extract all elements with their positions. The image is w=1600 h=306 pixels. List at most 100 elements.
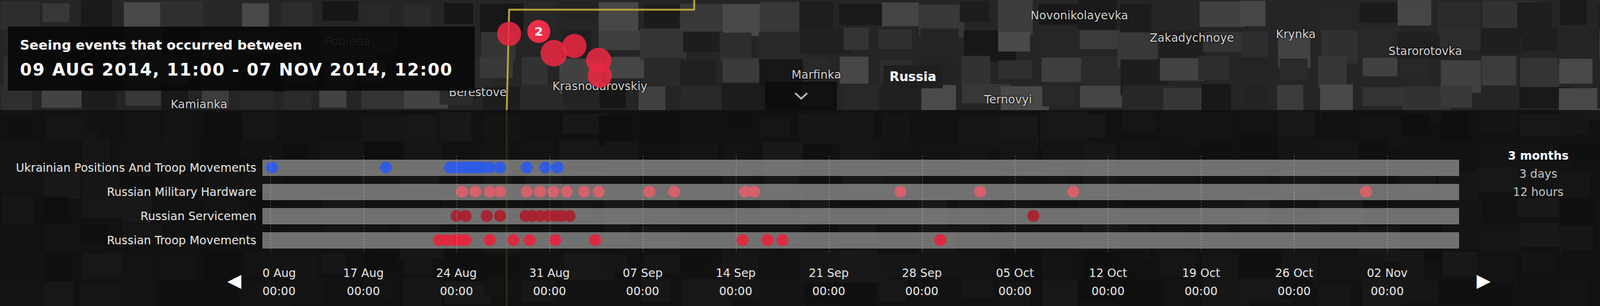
event-dot[interactable] <box>1067 185 1080 198</box>
tick-date: 17 Aug <box>342 263 384 282</box>
time-axis: 0 Aug00:0017 Aug00:0024 Aug00:0031 Aug00… <box>0 252 1600 306</box>
event-marker[interactable] <box>587 63 612 88</box>
cluster-count: 2 <box>534 24 544 39</box>
zoom-option[interactable]: 3 days <box>1518 164 1558 183</box>
zoom-option[interactable]: 3 months <box>1508 146 1569 165</box>
tick-label: 21 Sep00:00 <box>809 263 849 300</box>
event-dot[interactable] <box>494 209 507 222</box>
tick-label: 24 Aug00:00 <box>435 263 477 300</box>
track[interactable] <box>262 159 1460 176</box>
tick-label: 07 Sep00:00 <box>622 263 663 300</box>
event-dot[interactable] <box>480 209 493 222</box>
row-label[interactable]: Russian Servicemen <box>0 203 263 228</box>
zoom-option[interactable]: 12 hours <box>1512 182 1564 201</box>
event-dot[interactable] <box>747 185 761 198</box>
event-dot[interactable] <box>520 185 533 198</box>
tick-time: 00:00 <box>1182 281 1221 300</box>
tick-time: 00:00 <box>342 281 384 300</box>
tick-date: 14 Sep <box>715 263 756 282</box>
event-dot[interactable] <box>934 234 947 247</box>
event-dot[interactable] <box>894 185 907 198</box>
row-label[interactable]: Ukrainian Positions And Troop Movements <box>0 155 263 180</box>
event-dot[interactable] <box>469 185 482 198</box>
event-dots <box>262 159 1460 176</box>
event-dot[interactable] <box>533 185 547 198</box>
tick-line <box>829 155 830 253</box>
tick-date: 24 Aug <box>435 263 477 282</box>
event-dot[interactable] <box>736 234 749 247</box>
event-dot[interactable] <box>563 209 576 222</box>
prev-arrow-icon[interactable]: ◀ <box>227 270 242 291</box>
tick-time: 00:00 <box>901 281 942 300</box>
track[interactable] <box>262 208 1460 225</box>
tick-time: 00:00 <box>809 281 849 300</box>
next-arrow-icon[interactable]: ▶ <box>1476 270 1491 291</box>
tick-time: 00:00 <box>262 281 296 300</box>
event-dot[interactable] <box>520 161 533 174</box>
place-label: Novonikolayevka <box>1030 8 1128 22</box>
event-dot[interactable] <box>776 234 789 247</box>
tick-time: 00:00 <box>1275 281 1314 300</box>
event-dot[interactable] <box>507 234 520 247</box>
tick-line <box>1294 155 1295 253</box>
event-dot[interactable] <box>560 185 573 198</box>
event-dot[interactable] <box>1359 185 1373 198</box>
tick-label: 28 Sep00:00 <box>901 263 942 300</box>
event-dot[interactable] <box>455 185 469 198</box>
place-label: Starorotovka <box>1388 44 1463 58</box>
event-dot[interactable] <box>578 185 591 198</box>
tick-time: 00:00 <box>529 281 570 300</box>
cluster-marker[interactable]: 2 <box>527 19 551 43</box>
event-dot[interactable] <box>592 185 605 198</box>
timeline-row <box>262 227 1460 253</box>
event-dot[interactable] <box>266 161 279 174</box>
event-dot[interactable] <box>483 234 496 247</box>
chevron-down-icon <box>793 91 810 101</box>
tick-label: 12 Oct00:00 <box>1089 263 1128 300</box>
tick-label: 19 Oct00:00 <box>1182 263 1221 300</box>
event-dot[interactable] <box>379 161 392 174</box>
event-dot[interactable] <box>588 234 602 247</box>
place-label: Krynka <box>1275 27 1316 41</box>
tick-date: 07 Sep <box>622 263 663 282</box>
tick-label: 14 Sep00:00 <box>715 263 756 300</box>
event-dot[interactable] <box>494 185 507 198</box>
event-marker[interactable] <box>497 21 522 46</box>
tick-label: 31 Aug00:00 <box>529 263 570 300</box>
event-dot[interactable] <box>761 234 774 247</box>
event-dot[interactable] <box>459 234 472 247</box>
track[interactable] <box>262 183 1460 201</box>
event-dot[interactable] <box>494 161 507 174</box>
event-dot[interactable] <box>523 234 536 247</box>
tracks <box>262 155 1460 253</box>
date-range-box: Seeing events that occurred between09 AU… <box>7 26 475 91</box>
tick-time: 00:00 <box>715 281 756 300</box>
tick-time: 00:00 <box>435 281 477 300</box>
event-dot[interactable] <box>549 234 562 247</box>
tick-line <box>1200 155 1202 253</box>
event-dot[interactable] <box>1027 209 1040 222</box>
tick-time: 00:00 <box>622 281 663 300</box>
event-dot[interactable] <box>459 209 472 222</box>
event-dot[interactable] <box>551 161 564 174</box>
tick-label: 05 Oct00:00 <box>995 263 1035 300</box>
place-label: Zakadychnoye <box>1149 30 1234 45</box>
tick-line <box>735 155 737 253</box>
tick-line <box>1014 155 1016 253</box>
row-label[interactable]: Russian Military Hardware <box>0 179 263 204</box>
tick-line <box>1387 155 1388 253</box>
event-dot[interactable] <box>668 185 681 198</box>
collapse-button[interactable] <box>764 81 837 111</box>
tick-label: 02 Nov00:00 <box>1367 263 1408 300</box>
event-dot[interactable] <box>643 185 656 198</box>
timeline-row <box>262 203 1460 228</box>
tick-line <box>922 155 923 253</box>
track[interactable] <box>262 232 1460 249</box>
place-label: Kamianka <box>170 97 228 111</box>
row-label[interactable]: Russian Troop Movements <box>0 227 263 253</box>
event-marker[interactable] <box>562 33 587 59</box>
place-label: Marfinka <box>791 67 842 82</box>
event-dot[interactable] <box>974 185 987 198</box>
tick-label: 26 Oct00:00 <box>1275 263 1314 300</box>
tick-time: 00:00 <box>1089 281 1128 300</box>
